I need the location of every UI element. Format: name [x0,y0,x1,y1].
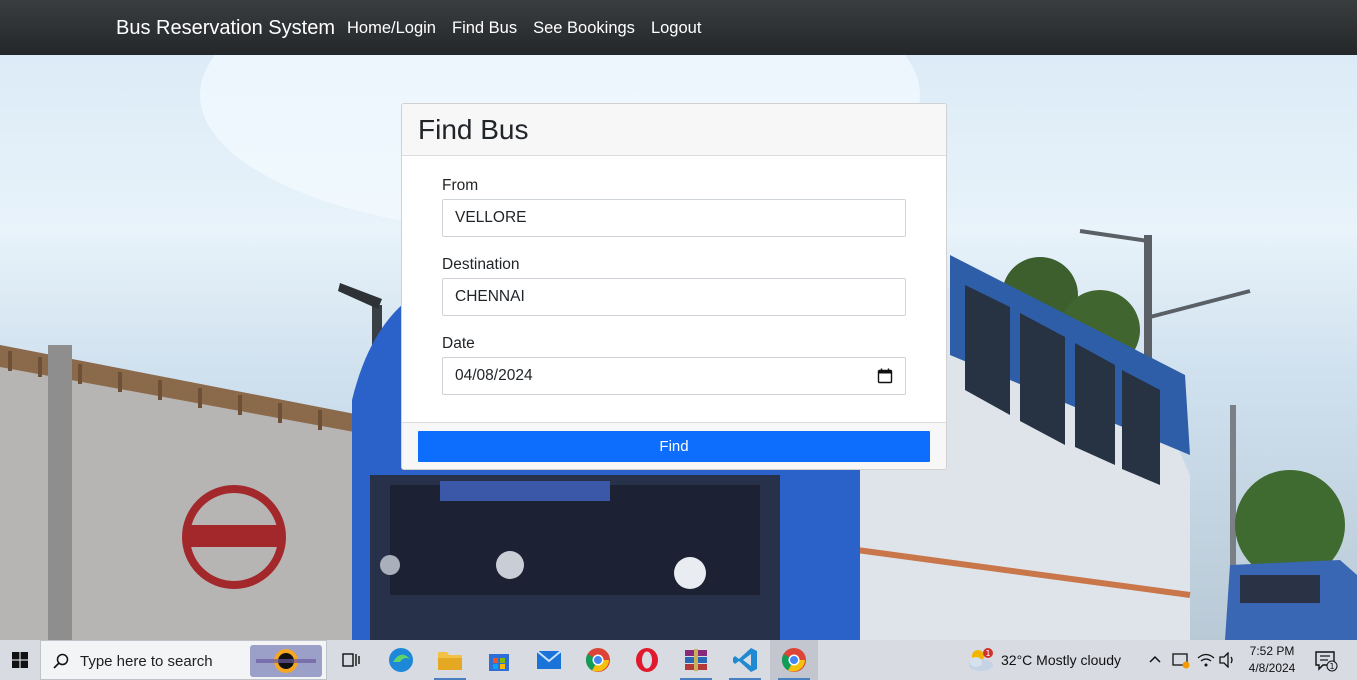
date-label: Date [442,335,475,352]
taskbar-search-box[interactable]: Type here to search [40,640,327,680]
nav-link-home-login[interactable]: Home/Login [347,17,436,39]
destination-label: Destination [442,256,520,273]
file-explorer-icon [438,652,462,670]
vscode-icon [733,648,757,672]
card-footer: Find [402,422,946,469]
nav-links: Home/Login Find Bus See Bookings Logout [347,17,701,39]
task-view-icon [342,653,360,667]
winrar-icon [685,649,707,671]
find-button[interactable]: Find [418,431,930,462]
date-input[interactable]: 04/08/2024 [442,357,906,395]
taskbar-file-explorer[interactable] [426,640,474,680]
chrome-icon [781,648,806,672]
start-button[interactable] [0,640,40,680]
destination-value: CHENNAI [455,288,525,305]
calendar-icon[interactable] [877,368,893,384]
search-icon [53,653,69,669]
taskbar-chrome-active[interactable] [770,640,818,680]
clock-time: 7:52 PM [1249,644,1295,658]
taskbar-chrome[interactable] [574,640,622,680]
task-view-button[interactable] [327,640,375,680]
taskbar-winrar[interactable] [672,640,720,680]
nav-link-find-bus[interactable]: Find Bus [452,17,517,39]
destination-group: Destination CHENNAI [442,255,906,316]
date-group: Date 04/08/2024 [442,334,906,395]
taskbar-store[interactable] [475,640,523,680]
card-body: From VELLORE Destination CHENNAI Date 04… [402,156,946,422]
clock-date: 4/8/2024 [1248,661,1296,675]
chevron-up-icon[interactable] [1148,653,1162,667]
taskbar-mail[interactable] [525,640,573,680]
date-value: 04/08/2024 [455,367,533,384]
chrome-icon [585,648,610,672]
mail-icon [536,650,562,669]
from-group: From VELLORE [442,176,906,237]
top-navbar: Bus Reservation System Home/Login Find B… [0,0,1357,55]
find-bus-card: Find Bus From VELLORE Destination CHENNA… [401,103,947,470]
from-value: VELLORE [455,209,527,226]
card-header: Find Bus [402,104,946,156]
taskbar-clock[interactable]: 7:52 PM 4/8/2024 [1240,643,1304,677]
destination-input[interactable]: CHENNAI [442,278,906,316]
brand-title[interactable]: Bus Reservation System [116,16,335,40]
notification-center-icon[interactable]: 1 [1314,650,1338,672]
from-label: From [442,177,479,194]
weather-badge: 1 [985,649,990,658]
volume-icon[interactable] [1219,652,1237,668]
opera-icon [636,648,658,672]
nav-link-logout[interactable]: Logout [651,17,701,39]
search-highlight-image-icon [250,645,322,677]
notification-count: 1 [1329,662,1334,671]
taskbar-opera[interactable] [623,640,671,680]
from-input[interactable]: VELLORE [442,199,906,237]
edge-icon [389,648,413,672]
security-icon[interactable] [1172,651,1190,669]
windows-taskbar: Type here to search 1 32°C Mostly cloudy… [0,640,1357,680]
microsoft-store-icon [489,654,509,671]
search-placeholder: Type here to search [80,653,213,670]
taskbar-vscode[interactable] [721,640,769,680]
windows-logo-icon [12,652,28,668]
nav-link-see-bookings[interactable]: See Bookings [533,17,635,39]
taskbar-edge[interactable] [377,640,425,680]
wifi-icon[interactable] [1197,652,1215,668]
card-title: Find Bus [418,114,529,145]
weather-cloud-icon[interactable]: 1 [966,647,996,673]
weather-text[interactable]: 32°C Mostly cloudy [1001,652,1121,668]
